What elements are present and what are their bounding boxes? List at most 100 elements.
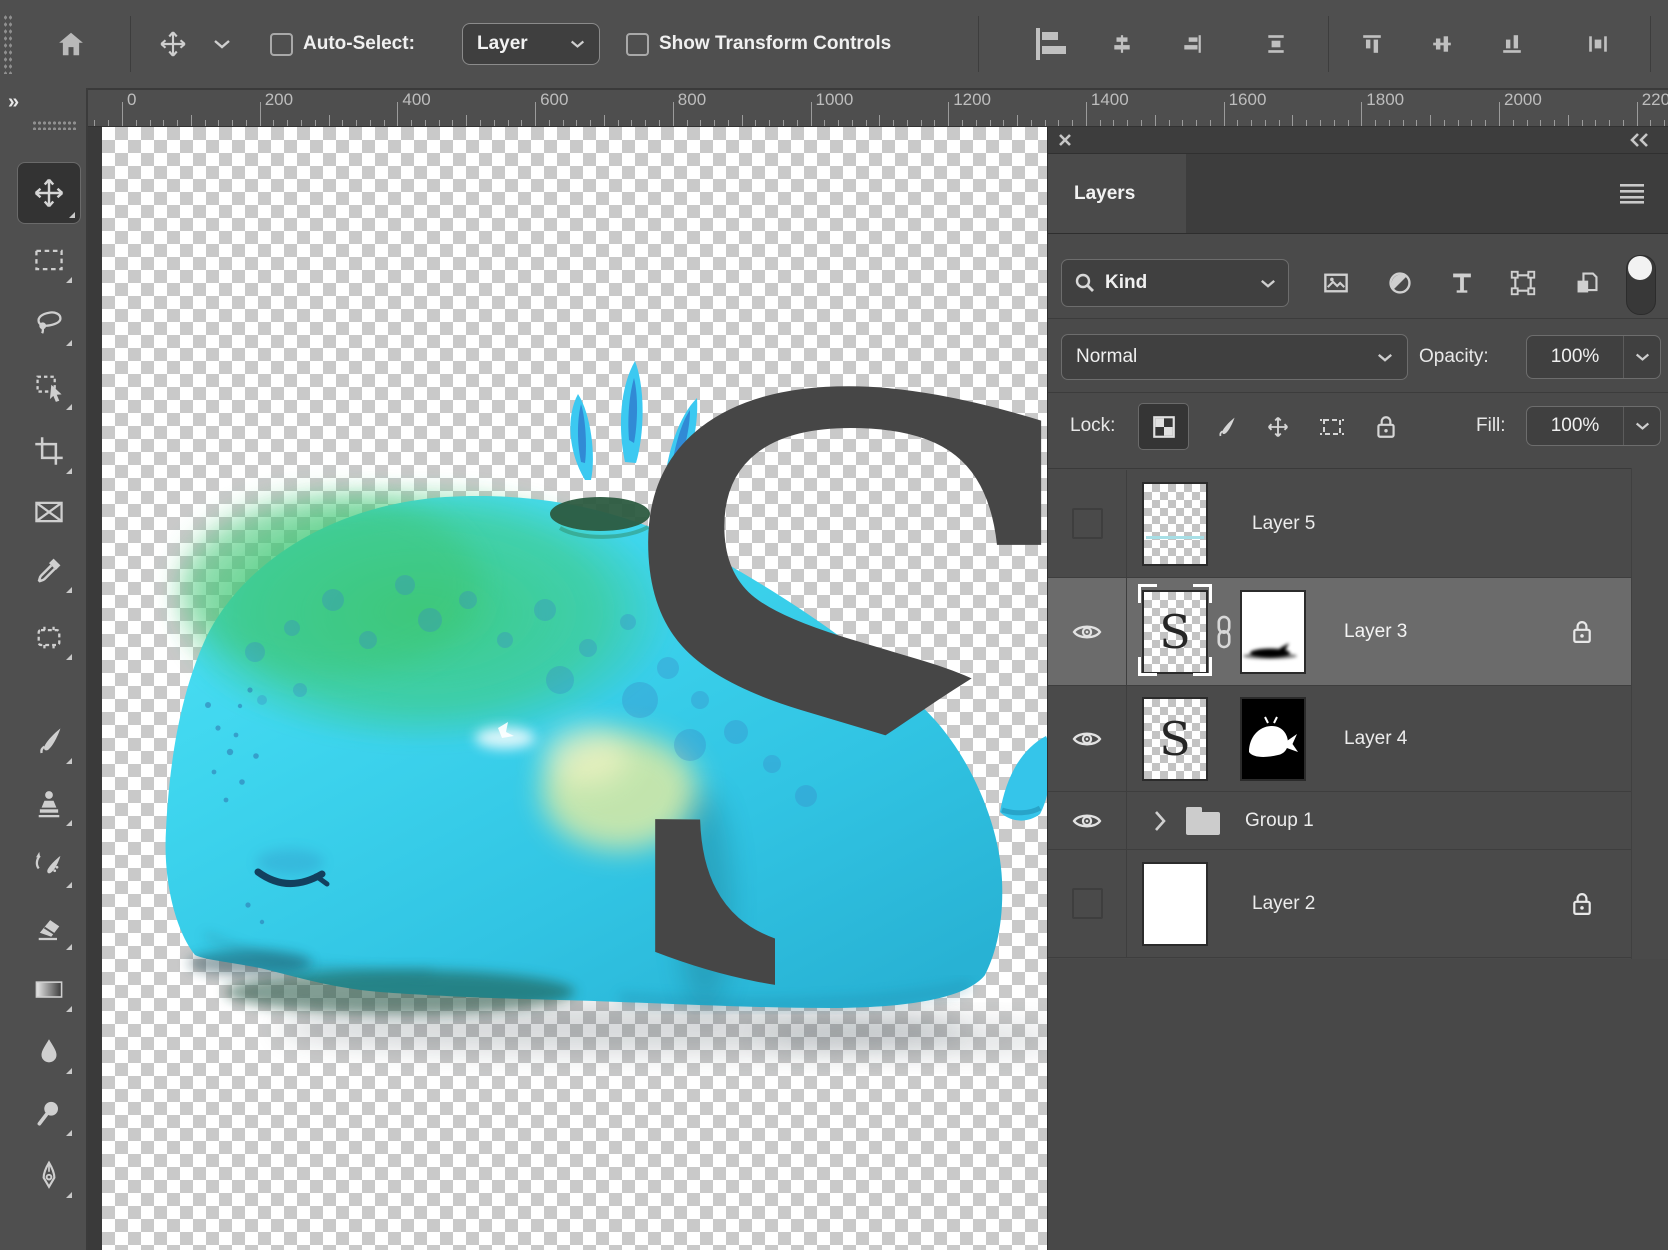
crop-tool[interactable]: [21, 423, 77, 479]
home-button[interactable]: [48, 0, 94, 88]
visibility-toggle[interactable]: [1048, 850, 1127, 957]
object-selection-tool[interactable]: [21, 359, 77, 415]
layer-name[interactable]: Layer 5: [1252, 513, 1315, 535]
ruler-tick: [1348, 120, 1349, 126]
filter-pixel-layers-button[interactable]: [1314, 261, 1358, 305]
filter-smart-objects-button[interactable]: [1565, 261, 1609, 305]
layer-mask-thumbnail[interactable]: [1240, 590, 1306, 674]
blend-mode-dropdown[interactable]: Normal: [1061, 334, 1408, 380]
lock-artboard-button[interactable]: [1310, 407, 1354, 447]
mask-link-icon[interactable]: [1213, 615, 1235, 649]
ruler-tick: [466, 115, 467, 126]
marquee-tool[interactable]: [21, 232, 77, 288]
opacity-value: 100%: [1527, 346, 1623, 368]
layer-row-layer3[interactable]: S Layer 3: [1048, 578, 1631, 686]
tab-layers[interactable]: Layers: [1048, 154, 1186, 233]
lock-all-button[interactable]: [1366, 407, 1406, 447]
ruler-tick: [1003, 120, 1004, 126]
move-tool[interactable]: [17, 162, 81, 224]
layer-thumbnail[interactable]: [1142, 482, 1208, 566]
eye-icon: [1072, 811, 1102, 831]
group-expand-chevron[interactable]: [1153, 810, 1167, 832]
frame-tool[interactable]: [21, 484, 77, 540]
ruler-tick: [1664, 120, 1665, 126]
lasso-tool[interactable]: [21, 295, 77, 351]
smart-object-icon: [1574, 270, 1600, 296]
align-center-h-button[interactable]: [1102, 0, 1142, 88]
filter-type-layers-button[interactable]: [1440, 261, 1484, 305]
distribute-v-icon: [1265, 33, 1287, 55]
eraser-tool[interactable]: [21, 899, 77, 955]
distribute-v-button[interactable]: [1256, 0, 1296, 88]
opacity-input[interactable]: 100%: [1526, 335, 1661, 379]
tools-expander-button[interactable]: »: [8, 90, 42, 114]
visibility-toggle[interactable]: [1048, 792, 1127, 849]
ruler-label: 1800: [1366, 90, 1404, 110]
layer-row-layer5[interactable]: Layer 5: [1048, 470, 1631, 578]
ruler-tick: [1650, 120, 1651, 126]
align-middle-v-button[interactable]: [1422, 0, 1462, 88]
move-icon: [32, 176, 66, 210]
distribute-h-button[interactable]: [1578, 0, 1618, 88]
filter-kind-dropdown[interactable]: Kind: [1061, 259, 1289, 307]
tools-panel: »: [0, 88, 88, 1250]
filter-adjustment-layers-button[interactable]: [1378, 261, 1422, 305]
eyedropper-tool[interactable]: [21, 542, 77, 598]
layer-row-layer2[interactable]: Layer 2: [1048, 850, 1631, 958]
move-options-dropdown[interactable]: [204, 0, 240, 88]
ruler-tick: [342, 120, 343, 126]
layer-mask-thumbnail[interactable]: [1240, 697, 1306, 781]
checkbox-icon: [626, 33, 649, 56]
clone-stamp-tool[interactable]: [21, 775, 77, 831]
layer-row-layer4[interactable]: S Layer 4: [1048, 686, 1631, 792]
panel-menu-icon[interactable]: [1618, 182, 1646, 204]
brush-tool[interactable]: [21, 713, 77, 769]
move-tool-options-button[interactable]: [150, 0, 196, 88]
ruler-tick: [191, 115, 192, 126]
visibility-toggle[interactable]: [1048, 470, 1127, 577]
ruler-tick: [260, 102, 261, 126]
show-transform-checkbox[interactable]: [624, 0, 650, 88]
healing-brush-tool[interactable]: [21, 609, 77, 665]
auto-select-checkbox[interactable]: [268, 0, 294, 88]
filtering-toggle[interactable]: [1626, 255, 1656, 315]
layer-thumbnail[interactable]: S: [1142, 697, 1208, 781]
visibility-toggle[interactable]: [1048, 686, 1127, 791]
fill-input[interactable]: 100%: [1526, 406, 1661, 446]
horizontal-ruler[interactable]: 0200400600800100012001400160018002000220…: [88, 88, 1668, 127]
gradient-tool[interactable]: [21, 961, 77, 1017]
ruler-tick: [329, 115, 330, 126]
align-bottom-button[interactable]: [1492, 0, 1532, 88]
layer-thumbnail[interactable]: [1142, 862, 1208, 946]
layer-thumbnail[interactable]: S: [1142, 590, 1208, 674]
ruler-tick: [370, 120, 371, 126]
auto-select-mode-dropdown[interactable]: Layer: [462, 0, 600, 88]
lock-transparency-button[interactable]: [1138, 403, 1189, 450]
align-right-button[interactable]: [1172, 0, 1212, 88]
blur-tool[interactable]: [21, 1023, 77, 1079]
opacity-dropdown[interactable]: [1623, 336, 1660, 378]
ruler-tick: [811, 102, 812, 126]
visibility-toggle[interactable]: [1048, 578, 1127, 685]
fill-dropdown[interactable]: [1623, 407, 1660, 445]
layer-row-group1[interactable]: Group 1: [1048, 792, 1631, 850]
layer-name[interactable]: Layer 3: [1344, 621, 1407, 643]
pen-tool[interactable]: [21, 1147, 77, 1203]
lock-position-button[interactable]: [1258, 407, 1298, 447]
layer-name[interactable]: Layer 2: [1252, 893, 1315, 915]
ruler-tick: [1375, 120, 1376, 126]
lock-image-button[interactable]: [1206, 407, 1246, 447]
panel-collapse-icon[interactable]: [1628, 132, 1650, 148]
history-brush-tool[interactable]: [21, 837, 77, 893]
panel-close-icon[interactable]: [1058, 133, 1072, 147]
filter-shape-layers-button[interactable]: [1501, 261, 1545, 305]
layer-name[interactable]: Group 1: [1245, 810, 1314, 832]
align-top-button[interactable]: [1352, 0, 1392, 88]
panel-grip-icon[interactable]: [3, 14, 12, 74]
tools-grip-icon[interactable]: [32, 120, 78, 130]
layer-name[interactable]: Layer 4: [1344, 728, 1407, 750]
dodge-tool[interactable]: [21, 1085, 77, 1141]
align-left-button[interactable]: [1032, 0, 1072, 88]
clone-stamp-icon: [33, 787, 65, 819]
auto-select-mode-value: Layer: [477, 33, 528, 55]
